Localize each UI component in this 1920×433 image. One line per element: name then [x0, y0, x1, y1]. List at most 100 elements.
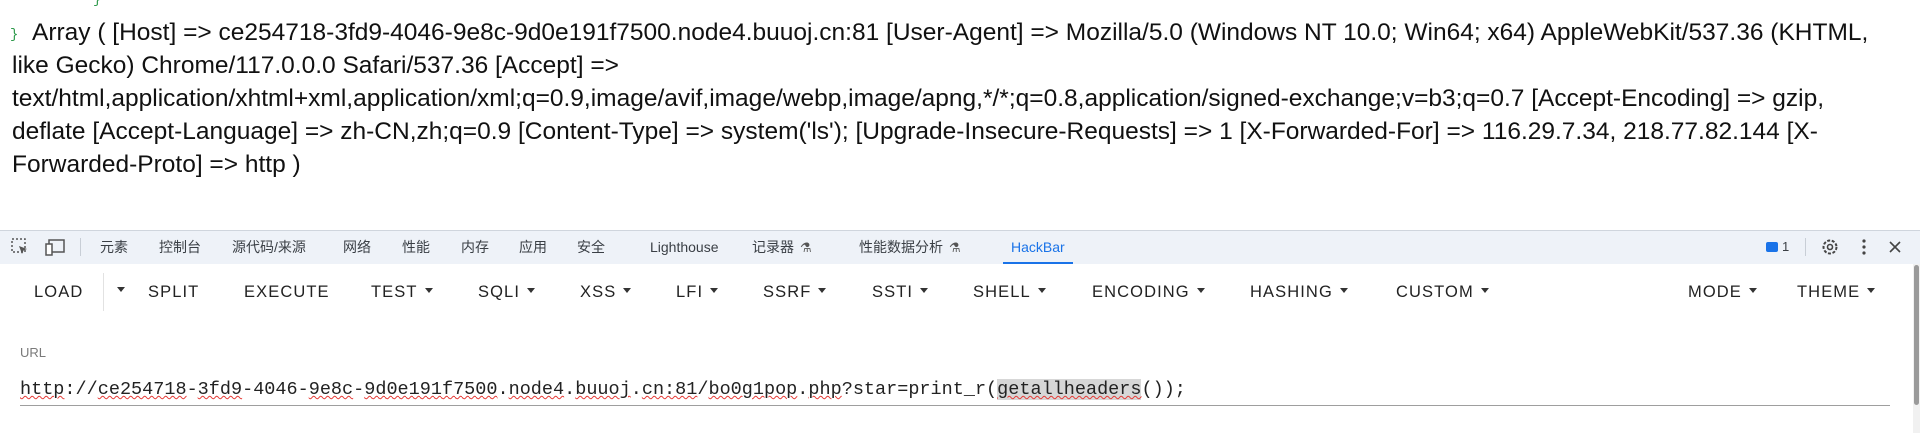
button-divider [103, 273, 104, 311]
mode-menu-label: MODE [1688, 283, 1742, 301]
url-token: cn:81 [641, 379, 698, 400]
theme-menu-label: THEME [1797, 283, 1861, 301]
chevron-down-icon [1748, 288, 1757, 294]
chevron-down-icon [1037, 288, 1046, 294]
hashing-menu-button[interactable]: HASHING [1250, 264, 1348, 320]
mode-menu-button[interactable]: MODE [1688, 264, 1757, 320]
chevron-down-icon [1196, 288, 1205, 294]
issues-count: 1 [1782, 239, 1790, 254]
url-input[interactable]: http://ce254718-3fd9-4046-9e8c-9d0e191f7… [20, 375, 1890, 406]
tab-security[interactable]: 安全 [577, 231, 605, 264]
inspect-element-icon[interactable] [9, 236, 31, 258]
sqli-menu-button[interactable]: SQLI [478, 264, 536, 320]
ssti-menu-label: SSTI [872, 283, 914, 301]
test-menu-button[interactable]: TEST [371, 264, 433, 320]
close-icon[interactable] [1885, 237, 1905, 257]
chevron-down-icon [527, 288, 536, 294]
url-field-label: URL [20, 345, 47, 360]
tab-memory[interactable]: 内存 [461, 231, 489, 264]
url-token: http [20, 379, 65, 400]
chevron-down-icon [818, 288, 827, 294]
url-token: 9d0e191f7500 [364, 379, 498, 400]
experiment-flask-icon: ⚗ [949, 240, 961, 255]
tab-console[interactable]: 控制台 [159, 231, 201, 264]
device-toolbar-icon[interactable] [44, 236, 66, 258]
experiment-flask-icon: ⚗ [800, 240, 812, 255]
shell-menu-label: SHELL [973, 283, 1031, 301]
load-button[interactable]: LOAD [34, 264, 83, 320]
url-token: . [564, 379, 576, 400]
chevron-down-icon [623, 288, 632, 294]
tab-elements[interactable]: 元素 [100, 231, 128, 264]
url-token: - [353, 379, 365, 400]
tab-performance[interactable]: 性能 [402, 231, 430, 264]
custom-menu-label: CUSTOM [1396, 283, 1474, 301]
code-brace: } [93, 0, 102, 8]
tab-network[interactable]: 网络 [343, 231, 371, 264]
lfi-menu-button[interactable]: LFI [676, 264, 719, 320]
url-token: - [186, 379, 198, 400]
chevron-down-icon [424, 288, 433, 294]
issue-message-icon [1766, 241, 1778, 252]
chevron-down-icon [1867, 288, 1876, 294]
gear-icon[interactable] [1820, 237, 1840, 257]
tab-performance-insights[interactable]: 性能数据分析 ⚗ [859, 231, 961, 264]
url-token: . [630, 379, 642, 400]
hashing-menu-label: HASHING [1250, 283, 1333, 301]
url-token: -4046- [242, 379, 309, 400]
url-token: ce254718 [97, 379, 187, 400]
url-token: . [497, 379, 509, 400]
url-section: URL http://ce254718-3fd9-4046-9e8c-9d0e1… [0, 320, 1920, 433]
url-token: :// [64, 379, 98, 400]
devtools-tabbar: 元素 控制台 源代码/来源 网络 性能 内存 应用 安全 Lighthouse … [0, 231, 1920, 265]
split-button[interactable]: SPLIT [148, 264, 199, 320]
url-token: / [697, 379, 709, 400]
page-output: } } Array ( [Host] => ce254718-3fd9-4046… [0, 0, 1920, 230]
tab-hackbar[interactable]: HackBar [1003, 231, 1073, 264]
url-token: 9e8c [308, 379, 354, 400]
xss-menu-button[interactable]: XSS [580, 264, 632, 320]
tab-performance-insights-label: 性能数据分析 [859, 239, 943, 255]
ssti-menu-button[interactable]: SSTI [872, 264, 929, 320]
encoding-menu-label: ENCODING [1092, 283, 1190, 301]
url-token: ()); [1141, 379, 1186, 400]
url-token: . [797, 379, 809, 400]
issues-counter[interactable]: 1 [1766, 239, 1789, 254]
tab-recorder[interactable]: 记录器 ⚗ [752, 231, 812, 264]
toolbar-divider [1805, 238, 1806, 256]
url-token: 3fd9 [197, 379, 243, 400]
url-token: buuoj [575, 379, 631, 400]
tab-recorder-label: 记录器 [752, 239, 794, 255]
sqli-menu-label: SQLI [478, 283, 521, 301]
test-menu-label: TEST [371, 283, 418, 301]
headers-output-text: Array ( [Host] => ce254718-3fd9-4046-9e8… [12, 19, 1869, 178]
tab-sources[interactable]: 源代码/来源 [232, 231, 306, 264]
ssrf-menu-button[interactable]: SSRF [763, 264, 827, 320]
execute-button[interactable]: EXECUTE [244, 264, 330, 320]
url-token: node4 [508, 379, 565, 400]
chevron-down-icon [920, 288, 929, 294]
tab-lighthouse[interactable]: Lighthouse [650, 231, 719, 264]
kebab-menu-icon[interactable] [1854, 237, 1874, 257]
custom-menu-button[interactable]: CUSTOM [1396, 264, 1489, 320]
chevron-down-icon [1480, 288, 1489, 294]
devtools-panel: 元素 控制台 源代码/来源 网络 性能 内存 应用 安全 Lighthouse … [0, 230, 1920, 433]
shell-menu-button[interactable]: SHELL [973, 264, 1046, 320]
url-token: php [808, 379, 842, 400]
ssrf-menu-label: SSRF [763, 283, 812, 301]
theme-menu-button[interactable]: THEME [1797, 264, 1876, 320]
chevron-down-icon [117, 287, 125, 293]
lfi-menu-label: LFI [676, 283, 704, 301]
encoding-menu-button[interactable]: ENCODING [1092, 264, 1205, 320]
hackbar-toolbar: LOAD SPLIT EXECUTE TEST SQLI XSS LFI SSR… [0, 264, 1920, 320]
chevron-down-icon [710, 288, 719, 294]
chevron-down-icon [1339, 288, 1348, 294]
load-dropdown-button[interactable] [110, 264, 125, 320]
url-token: bo0g1pop [708, 379, 798, 400]
tab-application[interactable]: 应用 [519, 231, 547, 264]
toolbar-divider [80, 238, 81, 256]
url-token: ?star=print_r( [841, 379, 998, 400]
url-token-highlighted: getallheaders [997, 379, 1142, 400]
xss-menu-label: XSS [580, 283, 617, 301]
scrollbar-thumb[interactable] [1914, 265, 1919, 405]
